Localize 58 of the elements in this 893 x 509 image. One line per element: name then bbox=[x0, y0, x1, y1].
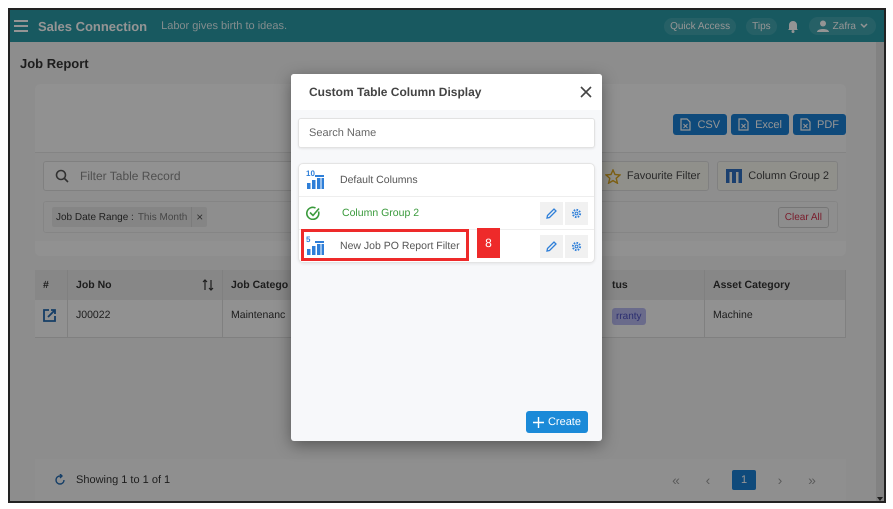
tagline: Labor gives birth to ideas. bbox=[161, 20, 288, 32]
pencil-icon bbox=[546, 240, 557, 252]
export-button[interactable]: Excel bbox=[731, 114, 789, 135]
group-name: Column Group 2 bbox=[341, 207, 420, 219]
clear-all-button[interactable]: Clear All bbox=[778, 206, 829, 228]
settings-button[interactable] bbox=[565, 234, 588, 258]
pencil-icon bbox=[546, 208, 557, 218]
file-icon bbox=[800, 118, 811, 131]
open-link-icon[interactable] bbox=[43, 309, 56, 322]
page-button[interactable]: ‹ bbox=[694, 470, 722, 490]
group-name: Default Columns bbox=[339, 174, 418, 186]
refresh-icon[interactable] bbox=[55, 474, 66, 486]
filter-button[interactable]: Column Group 2 bbox=[717, 161, 838, 191]
table-cell: Machine bbox=[705, 300, 846, 338]
column-header: Job No bbox=[68, 270, 223, 300]
export-button[interactable]: PDF bbox=[793, 114, 846, 135]
app-title: Sales Connection bbox=[38, 18, 148, 34]
group-name: New Job PO Report Filter bbox=[339, 240, 460, 252]
page-title: Job Report bbox=[20, 54, 90, 73]
columns-icon bbox=[726, 169, 742, 183]
column-header: Asset Category bbox=[705, 270, 846, 300]
gear-icon bbox=[571, 240, 582, 252]
dialog-title: Custom Table Column Display bbox=[309, 85, 482, 99]
chip-value: This Month bbox=[138, 212, 188, 222]
plus-icon bbox=[532, 416, 544, 428]
column-header: # bbox=[35, 270, 68, 300]
user-icon bbox=[816, 20, 829, 32]
column-group-row[interactable]: Column Group 2 bbox=[299, 197, 594, 230]
search-icon bbox=[55, 169, 69, 183]
column-group-row[interactable]: 5 New Job PO Report Filter 8 bbox=[299, 230, 594, 262]
file-icon bbox=[680, 118, 692, 131]
create-button[interactable]: Create bbox=[526, 411, 588, 433]
file-icon bbox=[738, 118, 750, 131]
chip-remove-button[interactable]: × bbox=[191, 207, 208, 227]
page-button[interactable]: « bbox=[662, 470, 690, 490]
status-badge: rranty bbox=[612, 308, 646, 325]
record-summary: Showing 1 to 1 of 1 bbox=[76, 474, 170, 486]
page-button[interactable]: » bbox=[798, 470, 826, 490]
scroll-down-icon[interactable] bbox=[877, 497, 883, 501]
search-field[interactable]: Search Name bbox=[298, 118, 595, 148]
edit-button[interactable] bbox=[540, 202, 563, 224]
export-button[interactable]: CSV bbox=[673, 114, 728, 135]
step-badge: 8 bbox=[477, 228, 500, 258]
menu-icon[interactable] bbox=[14, 20, 28, 32]
chip-label: Job Date Range : bbox=[55, 212, 135, 222]
gear-icon bbox=[571, 208, 582, 218]
sort-icon[interactable] bbox=[202, 279, 214, 291]
caret-icon bbox=[860, 23, 868, 29]
column-group-row[interactable]: 10 Default Columns bbox=[299, 164, 594, 197]
page-button[interactable]: 1 bbox=[732, 470, 756, 490]
star-icon bbox=[604, 168, 621, 184]
bell-icon[interactable] bbox=[786, 20, 799, 32]
settings-button[interactable] bbox=[565, 202, 588, 224]
edit-button[interactable] bbox=[540, 234, 563, 258]
close-icon[interactable] bbox=[578, 84, 594, 100]
check-circle-icon bbox=[306, 206, 320, 220]
table-cell: J00022 bbox=[68, 300, 223, 338]
page-button[interactable]: › bbox=[766, 470, 794, 490]
